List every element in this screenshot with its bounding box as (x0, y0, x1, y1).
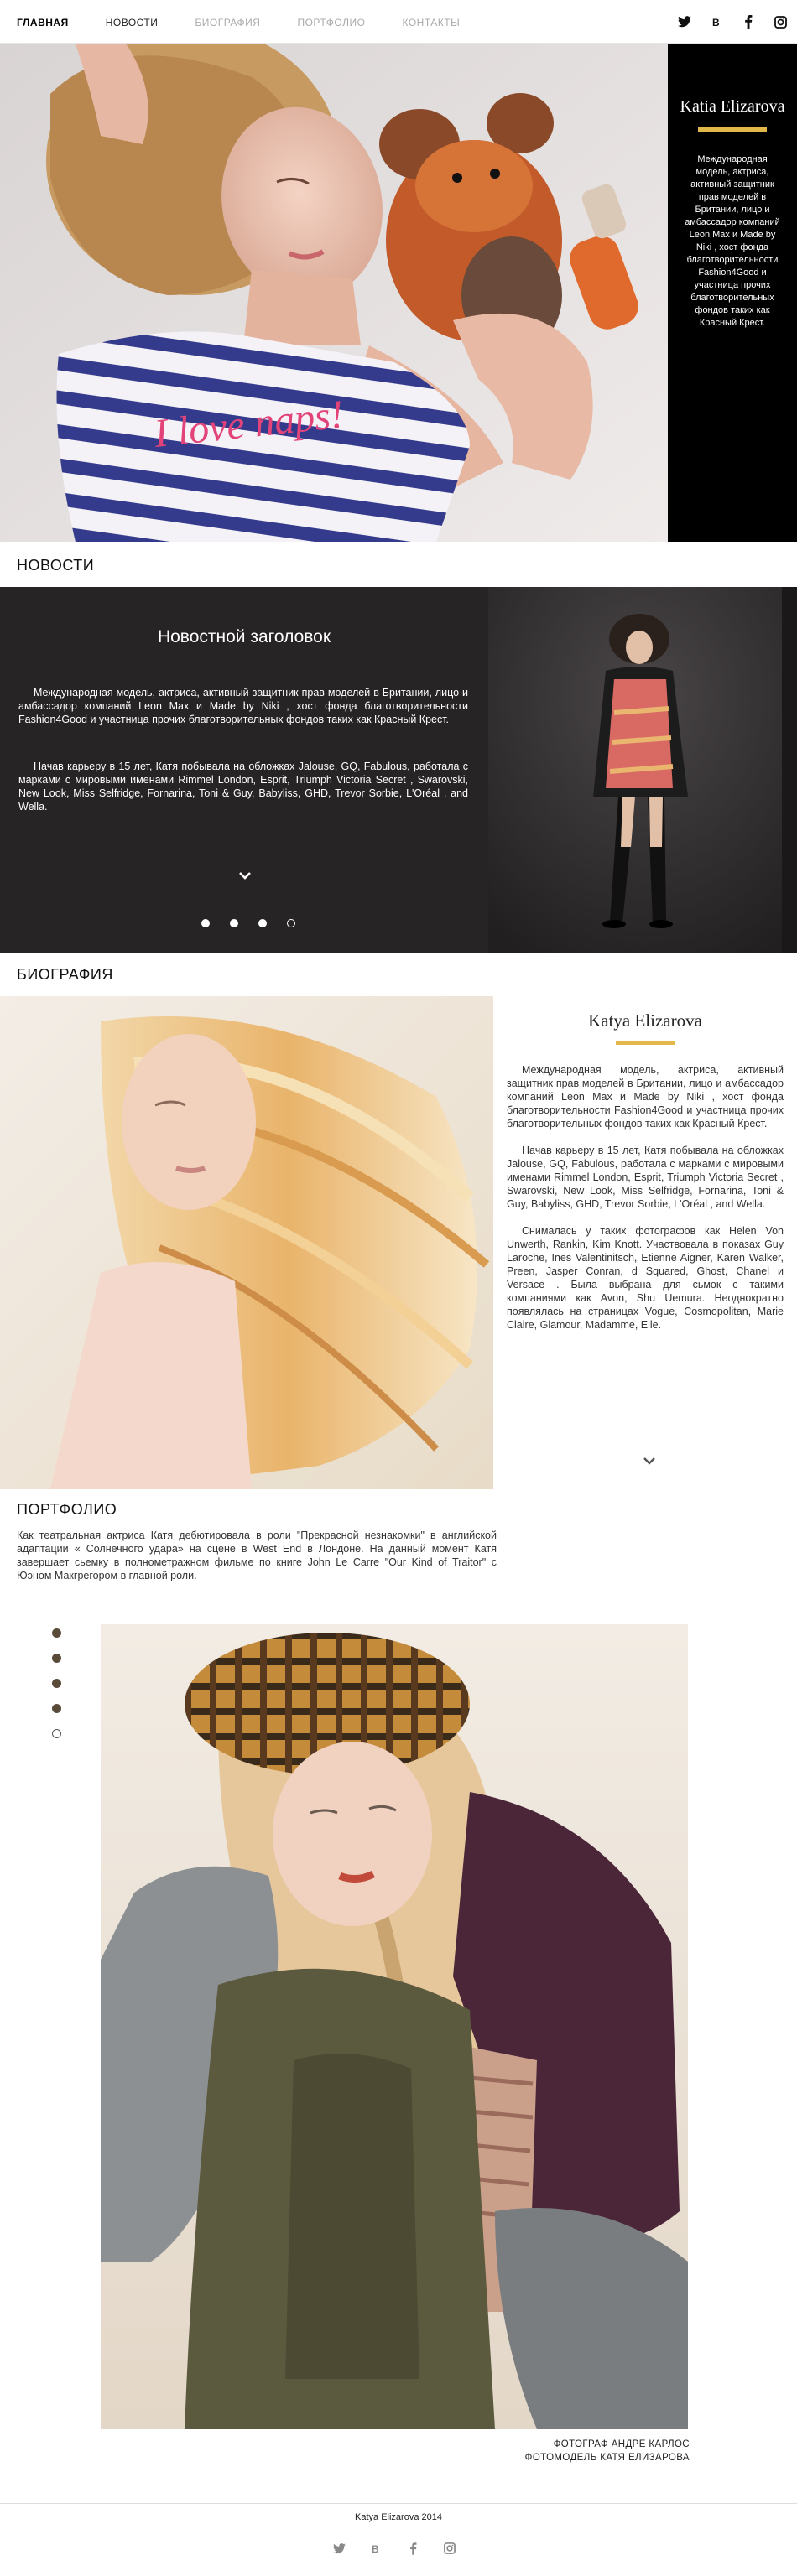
news-dot-2[interactable] (230, 919, 238, 927)
portfolio-dot-1[interactable] (52, 1628, 61, 1638)
hero-description: Международная модель, актриса, активный … (685, 154, 780, 328)
news-chevron-down-icon[interactable] (238, 870, 252, 886)
news-slide-content: Новостной заголовок Международная модель… (0, 587, 488, 953)
news-headline: Новостной заголовок (157, 627, 331, 647)
facebook-icon[interactable] (738, 12, 758, 32)
news-slider: Новостной заголовок Международная модель… (0, 587, 797, 953)
hero-accent-bar (698, 127, 767, 132)
nav-item-portfolio[interactable]: ПОРТФОЛИО (297, 17, 365, 29)
svg-text:B: B (712, 17, 720, 28)
vk-icon[interactable]: B (706, 12, 727, 32)
news-paragraph-1: Международная модель, актриса, активный … (18, 687, 468, 725)
top-navigation: ГЛАВНАЯ НОВОСТИ БИОГРАФИЯ ПОРТФОЛИО КОНТ… (0, 0, 797, 44)
vk-icon[interactable]: B (366, 2538, 386, 2558)
bio-photo (0, 996, 493, 1489)
hero-name: Katia Elizarova (680, 97, 785, 116)
nav-item-home[interactable]: ГЛАВНАЯ (17, 17, 69, 29)
news-photo (488, 587, 797, 953)
news-slider-dots (201, 919, 295, 927)
portfolio-description: Как театральная актриса Катя дебютировал… (17, 1530, 497, 1581)
bio-text-card: Katya Elizarova Международная модель, ак… (507, 996, 784, 1345)
photo-credits: ФОТОГРАФ АНДРЕ КАРЛОС ФОТОМОДЕЛЬ КАТЯ ЕЛ… (525, 2438, 690, 2464)
portfolio-section-title: ПОРТФОЛИО (17, 1501, 117, 1518)
footer-copyright: Katya Elizarova 2014 (355, 2512, 442, 2522)
portfolio-photo (101, 1624, 688, 2429)
bio-paragraph-3: Снималась у таких фотографов как Helen V… (507, 1225, 784, 1331)
news-dot-3[interactable] (258, 919, 267, 927)
bio-section-title: БИОГРАФИЯ (17, 966, 113, 983)
header-social-links: B (675, 12, 790, 32)
bio-paragraph-1: Международная модель, актриса, активный … (507, 1064, 784, 1130)
bio-name: Katya Elizarova (588, 1010, 702, 1031)
nav-item-news[interactable]: НОВОСТИ (106, 17, 159, 29)
news-dot-1[interactable] (201, 919, 210, 927)
portfolio-dot-4[interactable] (52, 1704, 61, 1713)
nav-item-contacts[interactable]: КОНТАКТЫ (402, 17, 460, 29)
nav-item-biography[interactable]: БИОГРАФИЯ (195, 17, 260, 29)
instagram-icon[interactable] (440, 2538, 460, 2558)
bio-accent-bar (616, 1041, 675, 1045)
hero-info-card: Katia Elizarova Международная модель, ак… (668, 44, 797, 542)
news-dot-4[interactable] (287, 919, 295, 927)
photographer-credit: ФОТОГРАФ АНДРЕ КАРЛОС (553, 2439, 690, 2449)
hero-photo: I love naps! (0, 44, 668, 542)
bio-paragraph-2: Начав карьеру в 15 лет, Катя побывала на… (507, 1145, 784, 1210)
facebook-icon[interactable] (403, 2538, 423, 2558)
hero-section: I love naps! Katia Elizarova Международн… (0, 44, 797, 542)
svg-text:B: B (372, 2543, 379, 2554)
twitter-icon[interactable] (675, 12, 695, 32)
portfolio-dot-2[interactable] (52, 1654, 61, 1663)
twitter-icon[interactable] (329, 2538, 349, 2558)
portfolio-dot-5[interactable] (52, 1729, 61, 1738)
instagram-icon[interactable] (770, 12, 790, 32)
model-credit: ФОТОМОДЕЛЬ КАТЯ ЕЛИЗАРОВА (524, 2453, 690, 2463)
main-menu: ГЛАВНАЯ НОВОСТИ БИОГРАФИЯ ПОРТФОЛИО КОНТ… (17, 17, 460, 29)
news-section-title: НОВОСТИ (17, 557, 95, 574)
footer-divider (0, 2503, 797, 2504)
bio-chevron-down-icon[interactable] (643, 1456, 656, 1471)
portfolio-dot-3[interactable] (52, 1679, 61, 1688)
news-paragraph-2: Начав карьеру в 15 лет, Катя побывала на… (18, 761, 468, 813)
footer-social-links: B (329, 2538, 460, 2558)
portfolio-slider-dots (52, 1628, 61, 1738)
